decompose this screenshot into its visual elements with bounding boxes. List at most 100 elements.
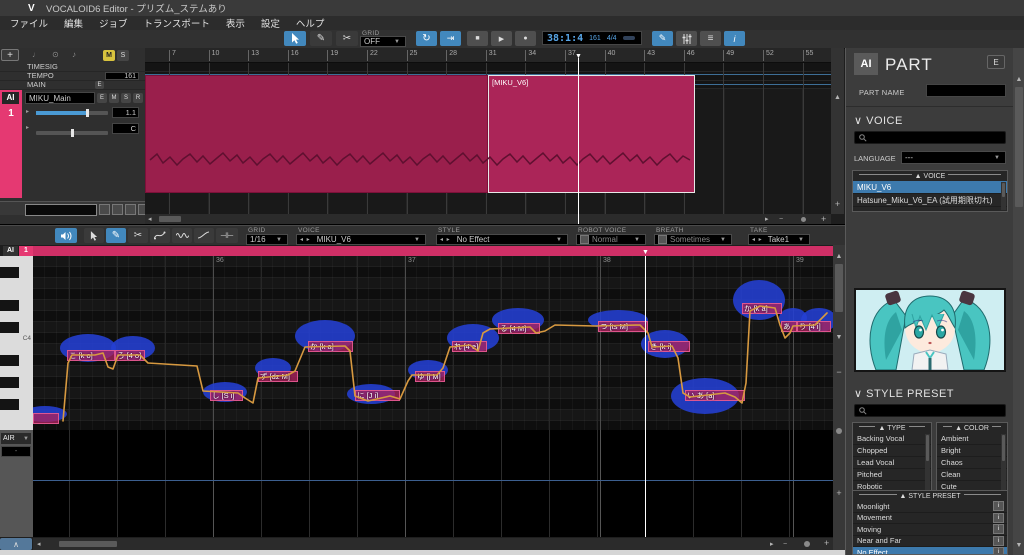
arrangement-vscrollbar[interactable]: ▲ + bbox=[831, 48, 844, 214]
type-list-item[interactable]: Backing Vocal bbox=[853, 433, 931, 445]
info-button[interactable]: i bbox=[724, 31, 745, 46]
voice-search-input[interactable] bbox=[854, 131, 1006, 144]
preset-info-button[interactable]: i bbox=[993, 535, 1004, 546]
arrangement-area[interactable]: [MIKU_V6] 7 10 13 16 19 22 25 28 31 34 37 40 43 46 49 5… bbox=[145, 48, 831, 224]
scroll-right-icon[interactable]: ▸ bbox=[765, 216, 769, 223]
type-list-header[interactable]: ▲ TYPE bbox=[853, 423, 931, 433]
preset-list-item[interactable]: No Effect i bbox=[853, 547, 1007, 554]
scroll-up-icon[interactable]: ▲ bbox=[831, 94, 844, 101]
stop-button[interactable]: ■ bbox=[467, 31, 488, 46]
preset-info-button[interactable]: i bbox=[993, 501, 1004, 512]
volume-slider[interactable] bbox=[36, 109, 108, 117]
prev-icon[interactable]: ◂ ▸ bbox=[300, 236, 311, 243]
zoom-reset-icon[interactable] bbox=[836, 428, 842, 434]
menu-item[interactable]: 設定 bbox=[261, 16, 280, 30]
voice-list-scrollbar[interactable] bbox=[1001, 182, 1006, 210]
param-grid[interactable] bbox=[33, 430, 833, 537]
collapse-param-button[interactable]: ∧ bbox=[0, 538, 32, 550]
checkbox-icon[interactable] bbox=[580, 235, 589, 244]
preset-list-item[interactable]: Moving i bbox=[853, 524, 1007, 536]
zoom-out-icon[interactable]: − bbox=[779, 216, 783, 223]
zoom-out-icon[interactable]: − bbox=[833, 368, 845, 377]
preset-list-item[interactable]: Moonlight i bbox=[853, 501, 1007, 513]
style-select[interactable]: ◂ ▸ No Effect ▼ bbox=[436, 234, 568, 245]
preset-info-button[interactable]: i bbox=[993, 547, 1004, 554]
style-search-input[interactable] bbox=[854, 404, 1006, 417]
roll-pointer-tool[interactable] bbox=[84, 228, 104, 243]
preset-info-button[interactable]: i bbox=[993, 512, 1004, 523]
scroll-down-icon[interactable]: ▼ bbox=[833, 334, 845, 341]
preset-info-button[interactable]: i bbox=[993, 524, 1004, 535]
mixer-button[interactable] bbox=[676, 31, 697, 46]
note-width-tool[interactable]: ⊣⊢ bbox=[216, 228, 238, 243]
playhead-marker-icon[interactable]: ▼ bbox=[575, 53, 582, 60]
voice-list-header[interactable]: ▲ VOICE bbox=[853, 171, 1007, 181]
pan-thumb[interactable] bbox=[71, 129, 75, 137]
part-edit-button[interactable]: E bbox=[987, 55, 1005, 69]
piano-keyboard[interactable]: C4 bbox=[0, 256, 34, 430]
roll-hscrollbar[interactable]: ◂ ▸ − + bbox=[33, 538, 833, 550]
pointer-tool-button[interactable] bbox=[284, 31, 306, 46]
list-menu-button[interactable]: ≡ bbox=[700, 31, 721, 46]
play-button[interactable]: ▶ bbox=[491, 31, 512, 46]
preset-list-header[interactable]: ▲ STYLE PRESET bbox=[853, 491, 1007, 501]
track-state-button[interactable]: E bbox=[97, 93, 107, 103]
hscroll-thumb[interactable] bbox=[59, 541, 117, 547]
track-state-button[interactable]: R bbox=[133, 93, 143, 103]
type-list-scrollbar[interactable] bbox=[925, 434, 930, 490]
volume-expand-arrow[interactable]: ▸ bbox=[26, 108, 29, 115]
bar-ruler[interactable]: 7 10 13 16 19 22 25 28 31 34 37 40 43 46 49 52 55 bbox=[145, 48, 831, 63]
type-list-item[interactable]: Pitched bbox=[853, 469, 931, 481]
prev-icon[interactable]: ◂ ▸ bbox=[752, 236, 763, 243]
color-list-item[interactable]: Chaos bbox=[937, 457, 1007, 469]
menu-item[interactable]: トランスポート bbox=[144, 16, 210, 30]
scroll-left-icon[interactable]: ◂ bbox=[148, 216, 152, 223]
breath-select[interactable]: Sometimes ▼ bbox=[654, 234, 732, 245]
preview-speaker-button[interactable] bbox=[55, 228, 77, 243]
scissors-tool-button[interactable]: ✂ bbox=[336, 31, 358, 46]
scroll-up-icon[interactable]: ▲ bbox=[1013, 76, 1024, 83]
playhead-marker-icon[interactable]: ▼ bbox=[642, 249, 649, 256]
pan-expand-arrow[interactable]: ▸ bbox=[26, 124, 29, 131]
roll-scissors-tool[interactable]: ✂ bbox=[128, 228, 148, 243]
record-button[interactable]: ● bbox=[515, 31, 536, 46]
zoom-in-icon[interactable]: + bbox=[833, 489, 845, 498]
voice-section-header[interactable]: ∨ VOICE bbox=[854, 114, 903, 127]
arrangement-playhead[interactable] bbox=[578, 58, 579, 224]
pan-slider[interactable] bbox=[36, 129, 108, 137]
param-select[interactable]: AIR ▼ bbox=[1, 433, 31, 444]
color-list-scrollbar[interactable] bbox=[1001, 434, 1006, 490]
color-list-item[interactable]: Clean bbox=[937, 469, 1007, 481]
param-value[interactable]: - bbox=[1, 446, 31, 457]
roll-vscrollbar[interactable]: ▲ ▼ − + bbox=[833, 245, 845, 550]
type-list-item[interactable]: Chopped bbox=[853, 445, 931, 457]
pianoroll-grid[interactable]: 36 37 38 39 こ [k o] ろ [4 o] し [S i] ず [dz M] か … bbox=[33, 256, 833, 430]
zoom-in-icon[interactable]: + bbox=[831, 200, 844, 209]
zoom-reset-icon[interactable] bbox=[804, 541, 810, 547]
scroll-left-icon[interactable]: ◂ bbox=[37, 541, 41, 548]
pitch-curve-tool[interactable] bbox=[150, 228, 170, 243]
loop-button[interactable]: ↻ bbox=[416, 31, 437, 46]
pan-value[interactable]: C bbox=[112, 123, 139, 134]
color-list-header[interactable]: ▲ COLOR bbox=[937, 423, 1007, 433]
part-name-input[interactable] bbox=[926, 84, 1006, 97]
preset-list-item[interactable]: Movement i bbox=[853, 512, 1007, 524]
menu-item[interactable]: ジョブ bbox=[99, 16, 128, 30]
track-state-button[interactable]: S bbox=[121, 93, 131, 103]
global-mute-button[interactable]: M bbox=[103, 50, 115, 61]
volume-value[interactable]: 1.1 bbox=[112, 107, 139, 118]
menu-item[interactable]: 表示 bbox=[226, 16, 245, 30]
track-state-button[interactable]: M bbox=[109, 93, 119, 103]
pitch-curve[interactable] bbox=[62, 305, 828, 422]
arrangement-hscrollbar[interactable]: ◂ ▸ − + bbox=[145, 214, 831, 224]
active-part-strip[interactable] bbox=[33, 246, 833, 256]
voice-select[interactable]: ◂ ▸ MIKU_V6 ▼ bbox=[296, 234, 426, 245]
type-list-item[interactable]: Lead Vocal bbox=[853, 457, 931, 469]
prev-icon[interactable]: ◂ ▸ bbox=[440, 236, 451, 243]
track-name-field[interactable]: MIKU_Main bbox=[25, 92, 95, 104]
edit-view-button[interactable]: ✎ bbox=[652, 31, 673, 46]
zoom-reset-icon[interactable] bbox=[801, 217, 806, 222]
color-list-item[interactable]: Bright bbox=[937, 445, 1007, 457]
tempo-value[interactable]: 161 bbox=[105, 71, 139, 80]
zoom-in-icon[interactable]: + bbox=[821, 215, 826, 224]
